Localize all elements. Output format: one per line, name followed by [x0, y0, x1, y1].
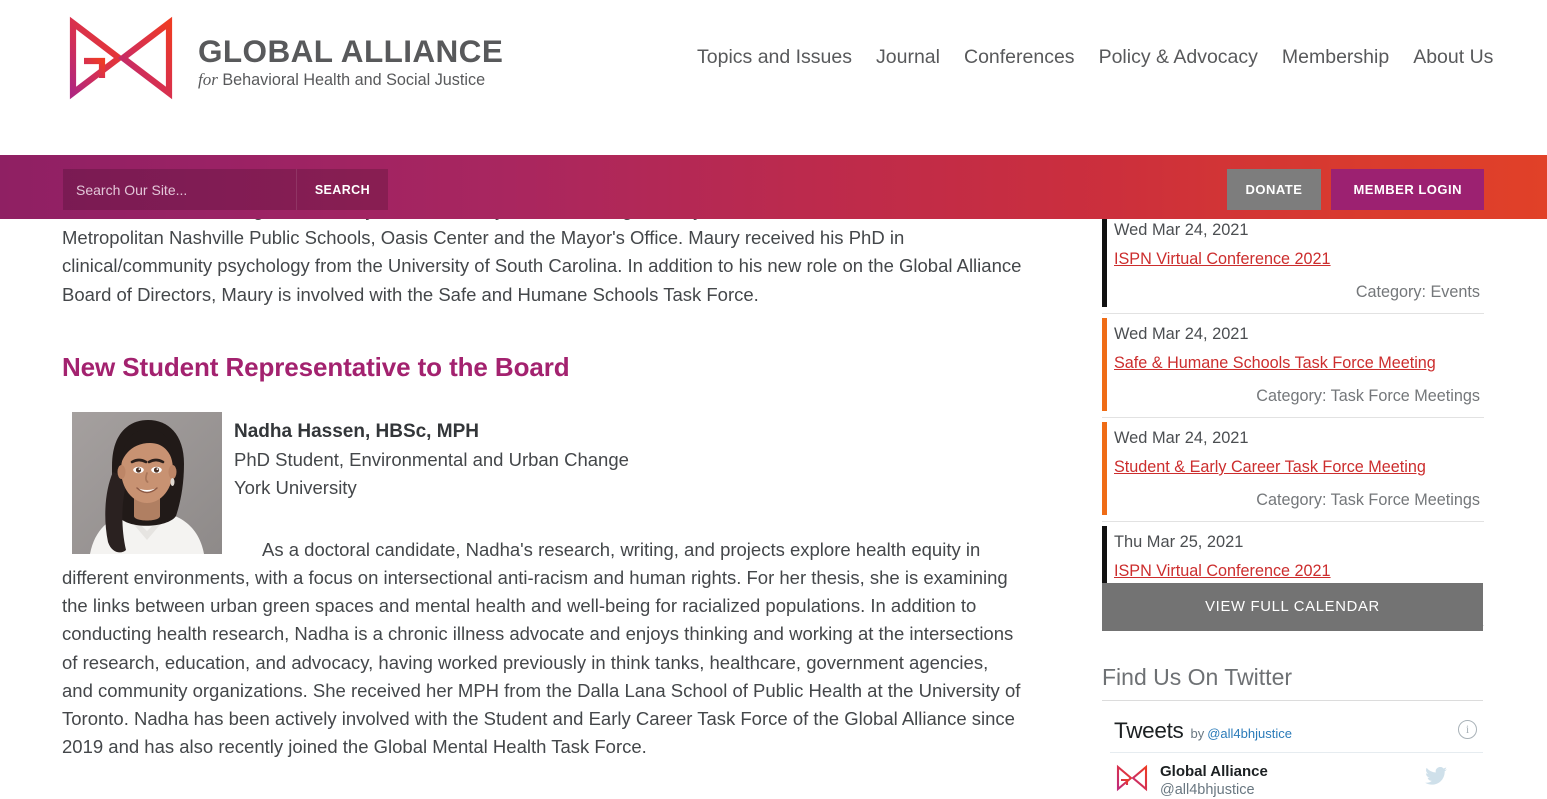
upcoming-events-list: Wed Mar 24, 2021 ISPN Virtual Conference… — [1102, 210, 1484, 626]
logo-subtitle-rest: Behavioral Health and Social Justice — [222, 70, 486, 89]
tweet-author-name: Global Alliance — [1160, 763, 1268, 780]
event-list-item[interactable]: Wed Mar 24, 2021 ISPN Virtual Conference… — [1102, 210, 1484, 314]
twitter-timeline-widget[interactable]: Tweets by @all4bhjustice i Global Allian… — [1110, 708, 1483, 799]
utility-bar: SEARCH DONATE MEMBER LOGIN — [0, 155, 1547, 219]
event-category: Category: Task Force Meetings — [1256, 491, 1480, 509]
nav-item-conferences[interactable]: Conferences — [962, 44, 1077, 70]
info-icon[interactable]: i — [1458, 720, 1477, 739]
event-title-link[interactable]: ISPN Virtual Conference 2021 — [1114, 248, 1331, 270]
event-title-link[interactable]: ISPN Virtual Conference 2021 — [1114, 560, 1331, 582]
section-heading: New Student Representative to the Board — [62, 351, 570, 382]
bio-block: Nadha Hassen, HBSc, MPH PhD Student, Env… — [62, 411, 1022, 762]
search-box[interactable]: SEARCH — [63, 169, 388, 210]
donate-button[interactable]: DONATE — [1226, 169, 1322, 210]
event-date: Wed Mar 24, 2021 — [1114, 325, 1249, 343]
logo-title: GLOBAL ALLIANCE — [198, 32, 504, 69]
search-input[interactable] — [63, 169, 296, 210]
twitter-heading-divider — [1102, 700, 1483, 701]
search-button[interactable]: SEARCH — [295, 169, 388, 210]
twitter-widget-header: Tweets by @all4bhjustice i — [1110, 708, 1483, 753]
nav-item-policy-advocacy[interactable]: Policy & Advocacy — [1097, 44, 1260, 70]
nav-item-journal[interactable]: Journal — [874, 44, 942, 70]
twitter-handle-link[interactable]: @all4bhjustice — [1207, 726, 1292, 741]
event-title-link[interactable]: Safe & Humane Schools Task Force Meeting — [1114, 352, 1436, 374]
tweet-author-handle: @all4bhjustice — [1160, 782, 1255, 798]
event-category: Category: Task Force Meetings — [1256, 387, 1480, 405]
nav-item-about-us[interactable]: About Us — [1411, 44, 1495, 70]
bowtie-arrow-logo-icon — [62, 14, 180, 102]
twitter-by-label: by — [1190, 726, 1205, 741]
event-title-link[interactable]: Student & Early Career Task Force Meetin… — [1114, 456, 1426, 478]
twitter-section-heading: Find Us On Twitter — [1102, 664, 1293, 690]
avatar — [1114, 762, 1150, 794]
article-body: leads the Nashville Longitudinal Study o… — [62, 196, 1022, 761]
page-root: leads the Nashville Longitudinal Study o… — [0, 0, 1547, 799]
twitter-widget-title: Tweets — [1114, 718, 1184, 743]
member-login-button[interactable]: MEMBER LOGIN — [1331, 169, 1484, 210]
event-date: Thu Mar 25, 2021 — [1114, 533, 1244, 551]
event-list-item[interactable]: Wed Mar 24, 2021 Safe & Humane Schools T… — [1102, 314, 1484, 418]
tweet-item[interactable]: Global Alliance @all4bhjustice — [1110, 753, 1483, 799]
twitter-bird-icon — [1425, 767, 1447, 786]
main-navigation: Topics and Issues Journal Conferences Po… — [695, 44, 1495, 70]
portrait-photo — [72, 411, 222, 554]
logo-subtitle: for Behavioral Health and Social Justice — [198, 69, 503, 90]
event-list-item[interactable]: Wed Mar 24, 2021 Student & Early Career … — [1102, 418, 1484, 522]
site-logo[interactable]: GLOBAL ALLIANCE for Behavioral Health an… — [62, 14, 503, 102]
event-date: Wed Mar 24, 2021 — [1114, 221, 1249, 239]
view-full-calendar-button[interactable]: VIEW FULL CALENDAR — [1102, 583, 1483, 631]
utility-actions: DONATE MEMBER LOGIN — [1226, 169, 1484, 210]
logo-subtitle-for: for — [198, 69, 218, 89]
event-date: Wed Mar 24, 2021 — [1114, 429, 1249, 447]
logo-wordmark: GLOBAL ALLIANCE for Behavioral Health an… — [198, 27, 503, 90]
nav-item-topics-and-issues[interactable]: Topics and Issues — [695, 44, 854, 70]
tweet-author-block: Global Alliance @all4bhjustice — [1160, 762, 1268, 799]
nav-item-membership[interactable]: Membership — [1280, 44, 1391, 70]
event-category: Category: Events — [1355, 283, 1480, 301]
site-header: GLOBAL ALLIANCE for Behavioral Health an… — [0, 0, 1547, 152]
